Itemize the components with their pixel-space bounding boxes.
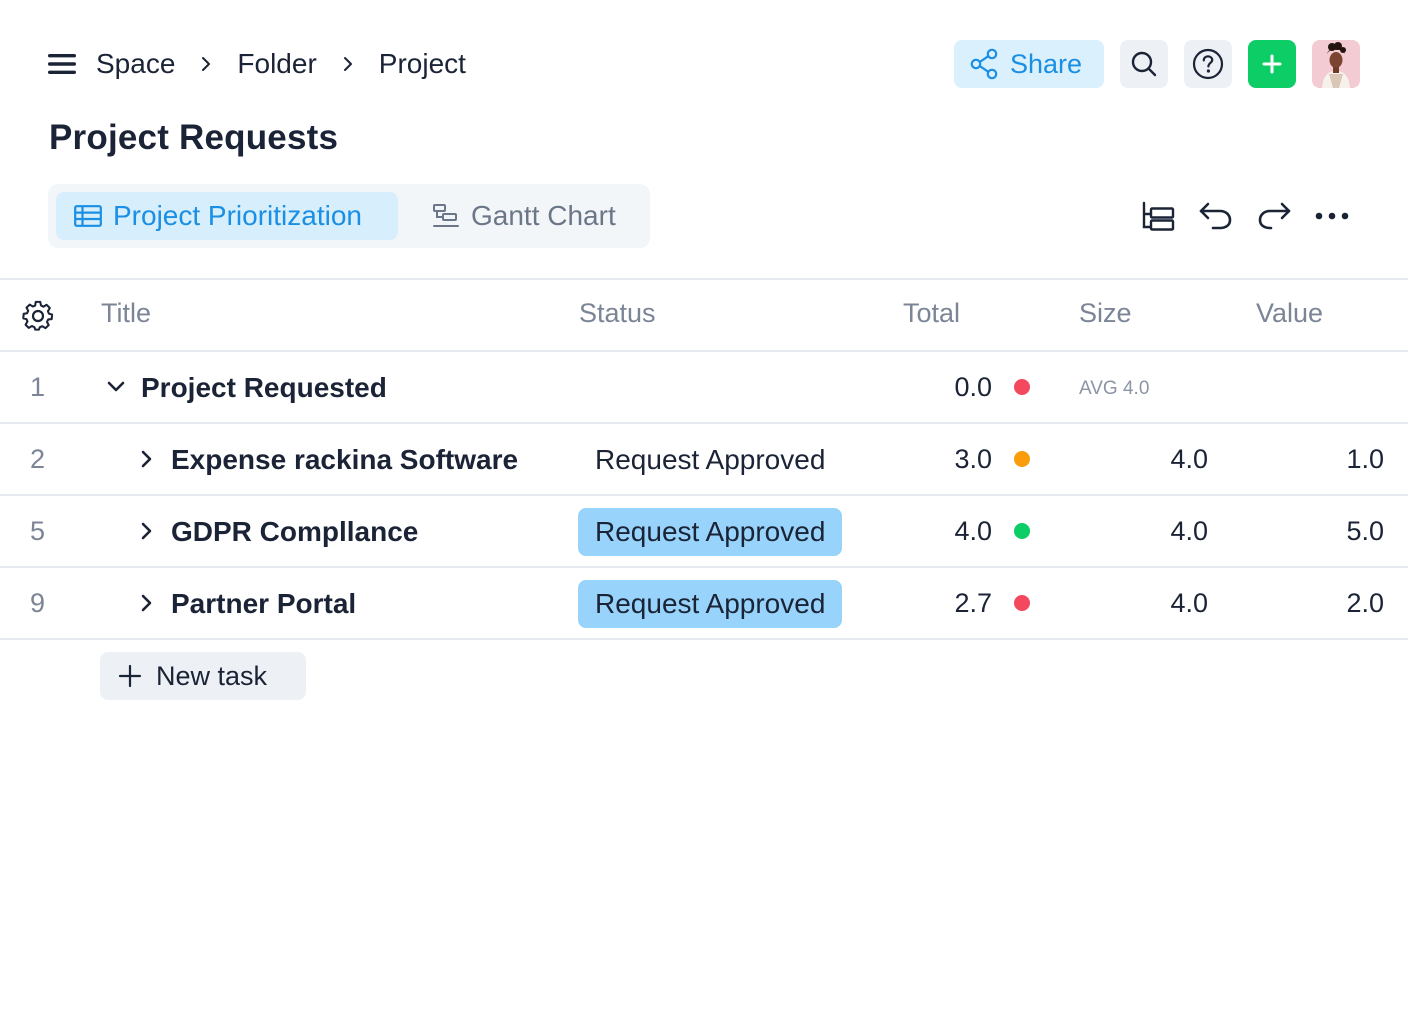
status-badge[interactable]: Request Approved [578,580,843,628]
size-cell[interactable]: 4.0 [1170,516,1208,547]
value-cell[interactable]: 5.0 [1346,516,1384,547]
share-icon [970,48,998,80]
total-cell: 0.0 [954,372,992,402]
search-button[interactable] [1120,40,1168,88]
top-bar: Space Folder Project Share [0,40,1408,88]
task-title[interactable]: Partner Portal [171,588,356,620]
column-header-value[interactable]: Value [1256,298,1323,329]
column-header-title[interactable]: Title [101,298,151,329]
plus-icon [118,664,142,688]
row-number: 1 [30,372,46,402]
group-title[interactable]: Project Requested [141,372,387,404]
tab-label: Project Prioritization [113,200,362,231]
value-cell[interactable]: 2.0 [1346,588,1384,619]
size-cell[interactable]: 4.0 [1170,588,1208,619]
breadcrumb-space[interactable]: Space [96,48,175,80]
task-title[interactable]: Expense rackina Software [171,444,518,476]
breadcrumb: Space Folder Project [96,40,466,88]
gantt-icon [433,204,459,227]
table-row[interactable]: 2 Expense rackina Software Request Appro… [0,424,1408,494]
chevron-right-icon[interactable] [133,590,159,616]
redo-icon[interactable] [1254,196,1294,236]
column-header-total[interactable]: Total [903,298,960,329]
view-tabs: Project Prioritization Gantt Chart [48,184,650,248]
size-average: AVG 4.0 [1079,378,1150,399]
tab-gantt-chart[interactable]: Gantt Chart [428,192,638,240]
row-number: 2 [30,444,46,474]
chevron-right-icon [335,51,361,77]
more-options-icon[interactable] [1312,196,1352,236]
tab-label: Gantt Chart [471,200,616,231]
help-icon [1192,48,1224,80]
total-cell: 4.0 [954,516,992,546]
hamburger-menu-icon[interactable] [46,50,78,78]
priority-dot [1014,379,1030,395]
value-cell[interactable]: 1.0 [1346,444,1384,475]
priority-dot [1014,523,1030,539]
table-top-divider [0,278,1408,280]
chevron-down-icon[interactable] [103,374,129,400]
table-icon [74,205,102,227]
row-number: 5 [30,516,46,546]
priority-dot [1014,451,1030,467]
new-task-button[interactable]: New task [100,652,306,700]
table-row[interactable]: 9 Partner Portal Request Approved 2.7 4.… [0,568,1408,638]
tab-project-prioritization[interactable]: Project Prioritization [56,192,398,240]
breadcrumb-project[interactable]: Project [379,48,466,80]
new-task-label: New task [156,660,268,691]
page-title: Project Requests [49,118,339,157]
avatar[interactable] [1312,40,1360,88]
breadcrumb-folder[interactable]: Folder [237,48,316,80]
chevron-right-icon[interactable] [133,446,159,472]
column-header-status[interactable]: Status [579,298,656,329]
task-title[interactable]: GDPR Compllance [171,516,418,548]
table-row-group[interactable]: 1 Project Requested 0.0 AVG 4.0 [0,352,1408,422]
size-cell[interactable]: 4.0 [1170,444,1208,475]
chevron-right-icon[interactable] [133,518,159,544]
row-number: 9 [30,588,46,618]
plus-icon [1262,54,1282,74]
chevron-right-icon [193,51,219,77]
share-label: Share [1010,48,1083,79]
share-button[interactable]: Share [954,40,1104,88]
row-divider [0,638,1408,640]
gear-icon[interactable] [22,300,54,332]
table-row[interactable]: 5 GDPR Compllance Request Approved 4.0 4… [0,496,1408,566]
hierarchy-view-icon[interactable] [1138,196,1178,236]
undo-icon[interactable] [1196,196,1236,236]
priority-dot [1014,595,1030,611]
column-header-size[interactable]: Size [1079,298,1132,329]
total-cell: 2.7 [954,588,992,618]
search-icon [1131,51,1157,77]
help-button[interactable] [1184,40,1232,88]
status-badge[interactable]: Request Approved [578,436,842,484]
total-cell: 3.0 [954,444,992,474]
status-badge[interactable]: Request Approved [578,508,843,556]
add-button[interactable] [1248,40,1296,88]
